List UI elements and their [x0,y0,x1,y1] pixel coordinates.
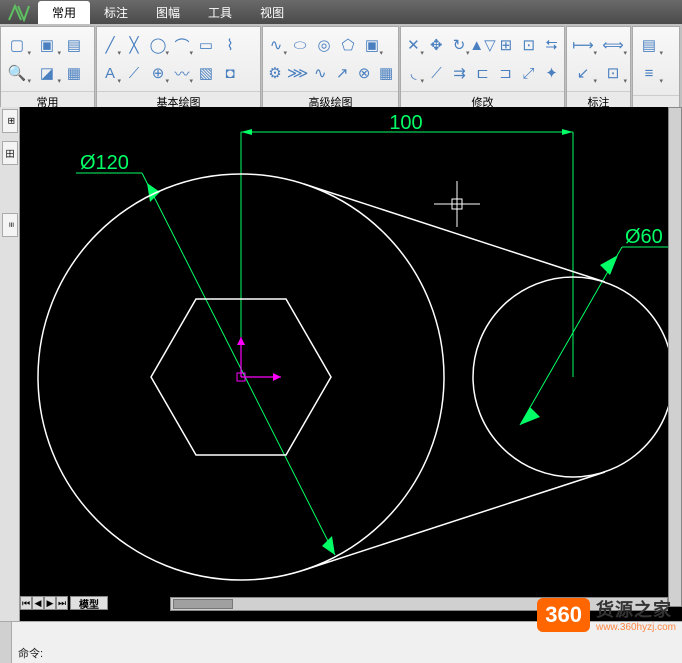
polygon-button[interactable]: ⬠ [337,34,359,56]
dim-100-text: 100 [389,112,422,134]
fillet-button[interactable]: ◟▾ [403,62,424,84]
ribbon: ▢▾ ▣▾ ▤ 🔍▾ ◪▾ ▦ 常用 ╱▾ ╳ ◯▾ ⌒▾ ▭ ⌇ A▾ [0,24,682,113]
side-tab-2[interactable]: 田 [2,141,18,165]
nav-next-button[interactable]: ▶ [44,596,56,610]
linear-dim-button[interactable]: ⟼▾ [569,34,597,56]
hatch-button[interactable]: ▧ [195,62,217,84]
polyline-button[interactable]: ⌇ [219,34,241,56]
properties-button[interactable]: ▦ [63,62,85,84]
donut-button[interactable]: ◎ [313,34,335,56]
tab-tools[interactable]: 工具 [194,1,246,24]
extra-tool-1[interactable]: ▤▾ [635,34,663,56]
gear-button[interactable]: ⚙ [265,62,285,84]
side-tab-3[interactable]: ≡ [2,213,18,237]
point-button[interactable]: ◘ [219,62,241,84]
panel-modify: ✕▾ ✥ ↻▾ ▲▽ ⊞ ⊡ ⮀ ◟▾ ⟋ ⇉ ⊏ ⊐ ⤢ ✦ 修改 [400,26,565,113]
dim-dia120-text: Ø120 [80,152,129,174]
construction-line-button[interactable]: ⟋ [123,62,145,84]
dim-style-button[interactable]: ⟺▾ [599,34,627,56]
panel-common: ▢▾ ▣▾ ▤ 🔍▾ ◪▾ ▦ 常用 [0,26,95,113]
tab-layout[interactable]: 图幅 [142,1,194,24]
tolerance-button[interactable]: ⊡▾ [599,62,627,84]
clip-button[interactable]: ⊡ [518,34,539,56]
offset-button[interactable]: ⇉ [449,62,470,84]
panel-basic-draw: ╱▾ ╳ ◯▾ ⌒▾ ▭ ⌇ A▾ ⟋ ⊕▾ 〰▾ ▧ ◘ 基本绘图 [96,26,261,113]
erase-button[interactable]: ✕▾ [403,34,424,56]
mirror-button[interactable]: ▲▽ [471,34,493,56]
explode-button[interactable]: ✦ [541,62,562,84]
model-space-tab[interactable]: 模型 [70,596,108,610]
zigzag-button[interactable]: ∿ [310,62,330,84]
trim-button[interactable]: ⊏ [472,62,493,84]
arrow-tool-button[interactable]: ↗ [332,62,352,84]
extend-button[interactable]: ⊐ [495,62,516,84]
tab-annotate[interactable]: 标注 [90,1,142,24]
circle-button[interactable]: ◯▾ [147,34,169,56]
nav-first-button[interactable]: ⏮ [20,596,32,610]
save-button[interactable]: ▤ [63,34,85,56]
side-tab-1[interactable]: ⊞ [2,109,18,133]
vertical-scrollbar[interactable] [668,107,682,607]
array-button[interactable]: ⊞ [495,34,516,56]
nav-last-button[interactable]: ⏭ [56,596,68,610]
scale-button[interactable]: ⤢ [518,62,539,84]
drawing-canvas[interactable]: 100 Ø120 Ø60 [20,107,682,621]
break-line-button[interactable]: ⋙ [287,62,308,84]
command-grip[interactable] [0,622,12,663]
text-button[interactable]: A▾ [99,62,121,84]
dim-dia60-text: Ø60 [625,226,663,248]
leader-button[interactable]: ↙▾ [569,62,597,84]
watermark-url: www.360hyzj.com [596,622,676,633]
zoom-button[interactable]: 🔍▾ [3,62,31,84]
xline-button[interactable]: ╳ [123,34,145,56]
layout-tabs-nav: ⏮ ◀ ▶ ⏭ 模型 [20,595,108,611]
nav-prev-button[interactable]: ◀ [32,596,44,610]
hole-button[interactable]: ⊗ [354,62,374,84]
left-toolbar: ⊞ 田 ≡ [0,107,20,621]
panel-extra: ▤▾ ≡▾ [632,26,680,113]
wave-button[interactable]: 〰▾ [171,62,193,84]
watermark: 360 货源之家 www.360hyzj.com [537,596,676,633]
watermark-badge: 360 [537,598,590,632]
centerline-button[interactable]: ⊕▾ [147,62,169,84]
ellipse-button[interactable]: ⬭ [289,34,311,56]
spline-button[interactable]: ∿▾ [265,34,287,56]
layer-button[interactable]: ◪▾ [33,62,61,84]
workspace: ⊞ 田 ≡ 100 Ø120 Ø60 [0,107,682,621]
menubar: 常用 标注 图幅 工具 视图 [0,0,682,24]
table-button[interactable]: ▦ [376,62,396,84]
rectangle-button[interactable]: ▭ [195,34,217,56]
open-file-button[interactable]: ▣▾ [33,34,61,56]
rotate-button[interactable]: ↻▾ [449,34,470,56]
arc-button[interactable]: ⌒▾ [171,34,193,56]
stretch-button[interactable]: ⮀ [541,34,562,56]
extra-tool-2[interactable]: ≡▾ [635,62,663,84]
tab-common[interactable]: 常用 [38,1,90,24]
move-button[interactable]: ✥ [426,34,447,56]
tab-view[interactable]: 视图 [246,1,298,24]
scroll-thumb[interactable] [173,599,233,609]
app-logo[interactable] [0,0,38,24]
new-file-button[interactable]: ▢▾ [3,34,31,56]
block-insert-button[interactable]: ▣▾ [361,34,383,56]
panel-advanced-draw: ∿▾ ⬭ ◎ ⬠ ▣▾ ⚙ ⋙ ∿ ↗ ⊗ ▦ 高级绘图 [262,26,399,113]
line-button[interactable]: ╱▾ [99,34,121,56]
panel-annotate: ⟼▾ ⟺▾ ↙▾ ⊡▾ 标注 [566,26,631,113]
watermark-title: 货源之家 [596,596,676,622]
chamfer-button[interactable]: ⟋ [426,62,447,84]
